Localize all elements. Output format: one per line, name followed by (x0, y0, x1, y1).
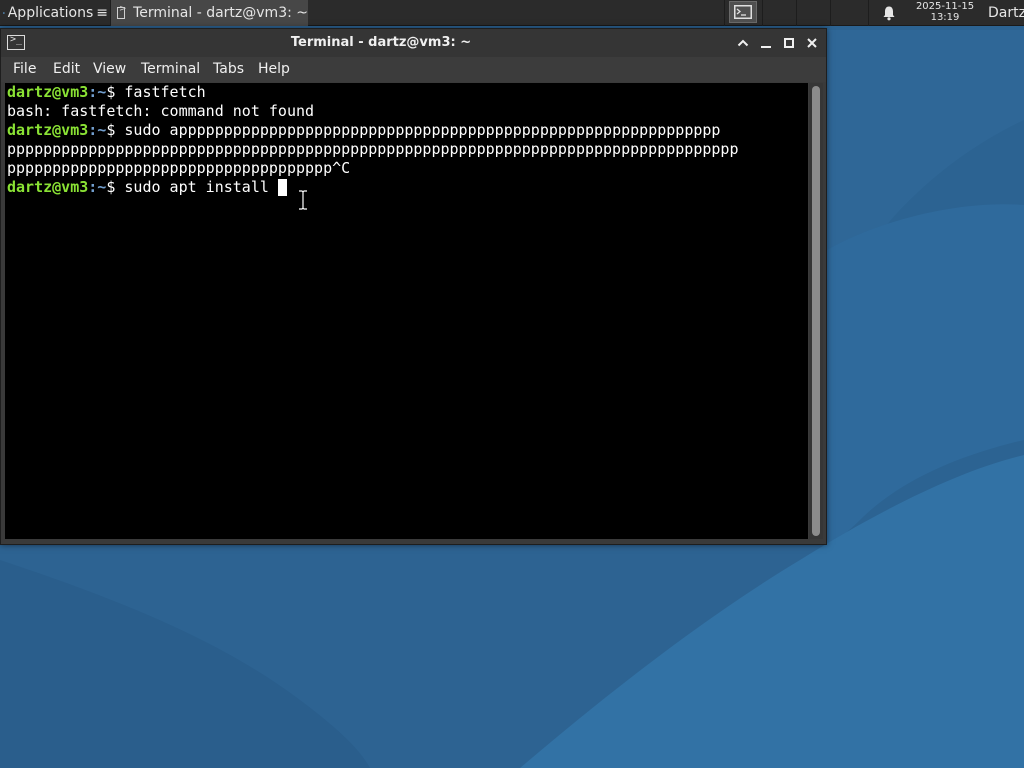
terminal-window: >_ Terminal - dartz@vm3: ~ File Edit Vie… (0, 28, 827, 545)
terminal-line: dartz@vm3:~$ sudo apt install (7, 178, 808, 197)
terminal-line: pppppppppppppppppppppppppppppppppppp^C (7, 159, 808, 178)
terminal-scrollbar[interactable] (809, 83, 823, 539)
applications-menu-button[interactable]: Applications ≡ (0, 0, 108, 26)
maximize-icon (784, 38, 794, 48)
panel-separator (830, 0, 831, 26)
close-button[interactable] (802, 33, 822, 53)
terminal-icon (117, 4, 127, 19)
clock-date: 2025-11-15 (915, 1, 975, 12)
command-text: sudo apppppppppppppppppppppppppppppppppp… (115, 121, 721, 139)
maximize-button[interactable] (779, 33, 799, 53)
prompt-user: dartz@vm3 (7, 83, 89, 101)
terminal-icon[interactable]: >_ (7, 34, 25, 50)
bell-icon[interactable] (881, 5, 897, 21)
clock-time: 13:19 (930, 12, 960, 23)
top-panel: Applications ≡ Terminal - dartz@vm3: ~ 2… (0, 0, 1024, 26)
user-menu-button[interactable]: Dartz (988, 0, 1024, 26)
text-cursor (277, 179, 287, 196)
output-text: pppppppppppppppppppppppppppppppppppppppp… (7, 140, 739, 158)
chevron-up-icon (737, 39, 749, 47)
terminal-output[interactable]: dartz@vm3:~$ fastfetch bash: fastfetch: … (5, 83, 808, 539)
ibeam-cursor-icon (299, 190, 307, 210)
menu-terminal[interactable]: Terminal (141, 57, 200, 82)
taskbar-window-title: Terminal - dartz@vm3: ~ (133, 5, 308, 21)
prompt-path: :~ (88, 178, 107, 196)
shade-button[interactable] (733, 33, 753, 53)
command-text: sudo apt install (115, 178, 278, 196)
minimize-icon (761, 46, 771, 48)
panel-separator (762, 0, 763, 26)
terminal-icon (734, 5, 752, 19)
prompt-user: dartz@vm3 (7, 178, 89, 196)
panel-separator (724, 0, 725, 26)
panel-separator (868, 0, 869, 26)
terminal-line: dartz@vm3:~$ fastfetch (7, 83, 808, 102)
window-title: Terminal - dartz@vm3: ~ (290, 35, 472, 50)
output-text: pppppppppppppppppppppppppppppppppppp^C (7, 159, 351, 177)
panel-clock[interactable]: 2025-11-15 13:19 (908, 1, 982, 23)
window-menubar: File Edit View Terminal Tabs Help (1, 57, 826, 82)
scrollbar-thumb[interactable] (812, 86, 820, 536)
close-icon (807, 38, 817, 48)
menu-help[interactable]: Help (258, 57, 290, 82)
menu-lines-icon: ≡ (96, 5, 108, 21)
menu-view[interactable]: View (93, 57, 126, 82)
output-text: bash: fastfetch: command not found (7, 102, 315, 120)
prompt-path: :~ (88, 83, 107, 101)
prompt-path: :~ (88, 121, 107, 139)
terminal-line: dartz@vm3:~$ sudo appppppppppppppppppppp… (7, 121, 808, 140)
window-titlebar[interactable]: >_ Terminal - dartz@vm3: ~ (1, 29, 826, 57)
terminal-launcher-button[interactable] (729, 1, 757, 23)
terminal-line: bash: fastfetch: command not found (7, 102, 808, 121)
minimize-button[interactable] (756, 33, 776, 53)
terminal-line: pppppppppppppppppppppppppppppppppppppppp… (7, 140, 808, 159)
xfce-mouse-icon (3, 12, 5, 14)
prompt-user: dartz@vm3 (7, 121, 89, 139)
taskbar-terminal-button[interactable]: Terminal - dartz@vm3: ~ (110, 0, 308, 26)
menu-edit[interactable]: Edit (53, 57, 80, 82)
menu-file[interactable]: File (13, 57, 36, 82)
applications-label: Applications (7, 5, 94, 21)
command-text: fastfetch (115, 83, 206, 101)
panel-separator (796, 0, 797, 26)
menu-tabs[interactable]: Tabs (213, 57, 244, 82)
